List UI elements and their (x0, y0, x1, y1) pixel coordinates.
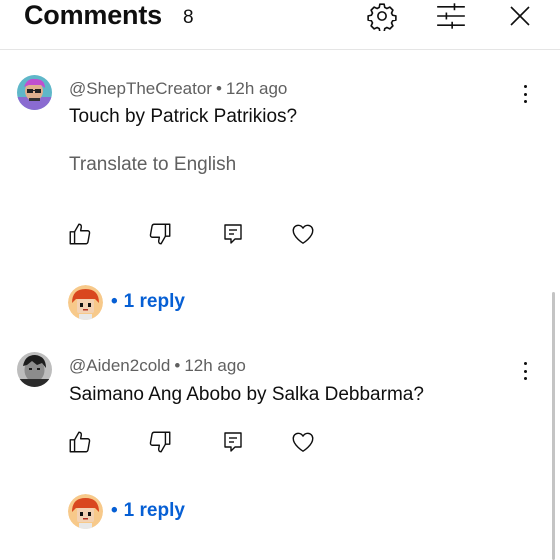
comment-meta: @ShepTheCreator • 12h ago (69, 79, 287, 99)
more-options-button[interactable] (516, 359, 534, 383)
replies-link[interactable]: • 1 reply (111, 500, 185, 522)
translate-link[interactable]: Translate to English (69, 154, 236, 176)
heart-icon (292, 224, 314, 244)
dislike-button[interactable] (146, 220, 174, 248)
comment-reply-icon (224, 432, 242, 452)
comment-text: Touch by Patrick Patrikios? (69, 106, 298, 127)
more-dot-icon (523, 377, 527, 380)
view-replies-button[interactable]: • 1 reply (68, 284, 185, 320)
avatar[interactable] (17, 75, 52, 110)
replies-dot: • (111, 291, 118, 312)
comment-meta: @Aiden2cold • 12h ago (69, 356, 246, 376)
replies-link[interactable]: • 1 reply (111, 291, 185, 313)
avatar[interactable] (17, 352, 52, 387)
more-dot-icon (523, 362, 527, 365)
sort-filter-button[interactable] (434, 0, 468, 32)
close-icon (510, 6, 530, 26)
comment-author[interactable]: @Aiden2cold (69, 356, 170, 375)
more-dot-icon (523, 100, 527, 103)
more-dot-icon (523, 92, 527, 96)
reply-avatar (68, 493, 103, 529)
comment-time: 12h ago (225, 79, 288, 98)
gear-icon (367, 3, 397, 31)
comment-time: 12h ago (184, 356, 246, 375)
reply-avatar (68, 284, 103, 320)
meta-separator: • (174, 356, 181, 375)
thumbs-up-icon (69, 223, 91, 245)
comment-actions (66, 428, 366, 456)
comments-header: Comments 8 (0, 0, 560, 50)
filter-sliders-icon (437, 3, 465, 29)
heart-button[interactable] (289, 428, 317, 456)
dislike-button[interactable] (146, 428, 174, 456)
comment-text: Saimano Ang Abobo by Salka Debbarma? (69, 384, 424, 405)
thumbs-down-icon (149, 431, 171, 453)
comment-actions (66, 220, 366, 248)
close-button[interactable] (503, 0, 537, 32)
meta-separator: • (215, 79, 222, 98)
more-dot-icon (523, 85, 527, 88)
settings-button[interactable] (365, 0, 399, 32)
more-options-button[interactable] (516, 82, 534, 106)
replies-dot: • (111, 500, 118, 521)
comment-reply-icon (224, 224, 242, 244)
scrollbar[interactable] (552, 292, 555, 560)
replies-count-label: 1 reply (123, 291, 185, 312)
more-dot-icon (523, 369, 527, 373)
like-button[interactable] (66, 428, 94, 456)
thumbs-up-icon (69, 431, 91, 453)
comment-author[interactable]: @ShepTheCreator (69, 79, 212, 98)
like-button[interactable] (66, 220, 94, 248)
heart-button[interactable] (289, 220, 317, 248)
comments-count: 8 (183, 7, 194, 28)
reply-button[interactable] (219, 220, 247, 248)
view-replies-button[interactable]: • 1 reply (68, 493, 185, 529)
thumbs-down-icon (149, 223, 171, 245)
reply-button[interactable] (219, 428, 247, 456)
replies-count-label: 1 reply (123, 500, 185, 521)
comments-title: Comments (24, 0, 162, 30)
heart-icon (292, 432, 314, 452)
